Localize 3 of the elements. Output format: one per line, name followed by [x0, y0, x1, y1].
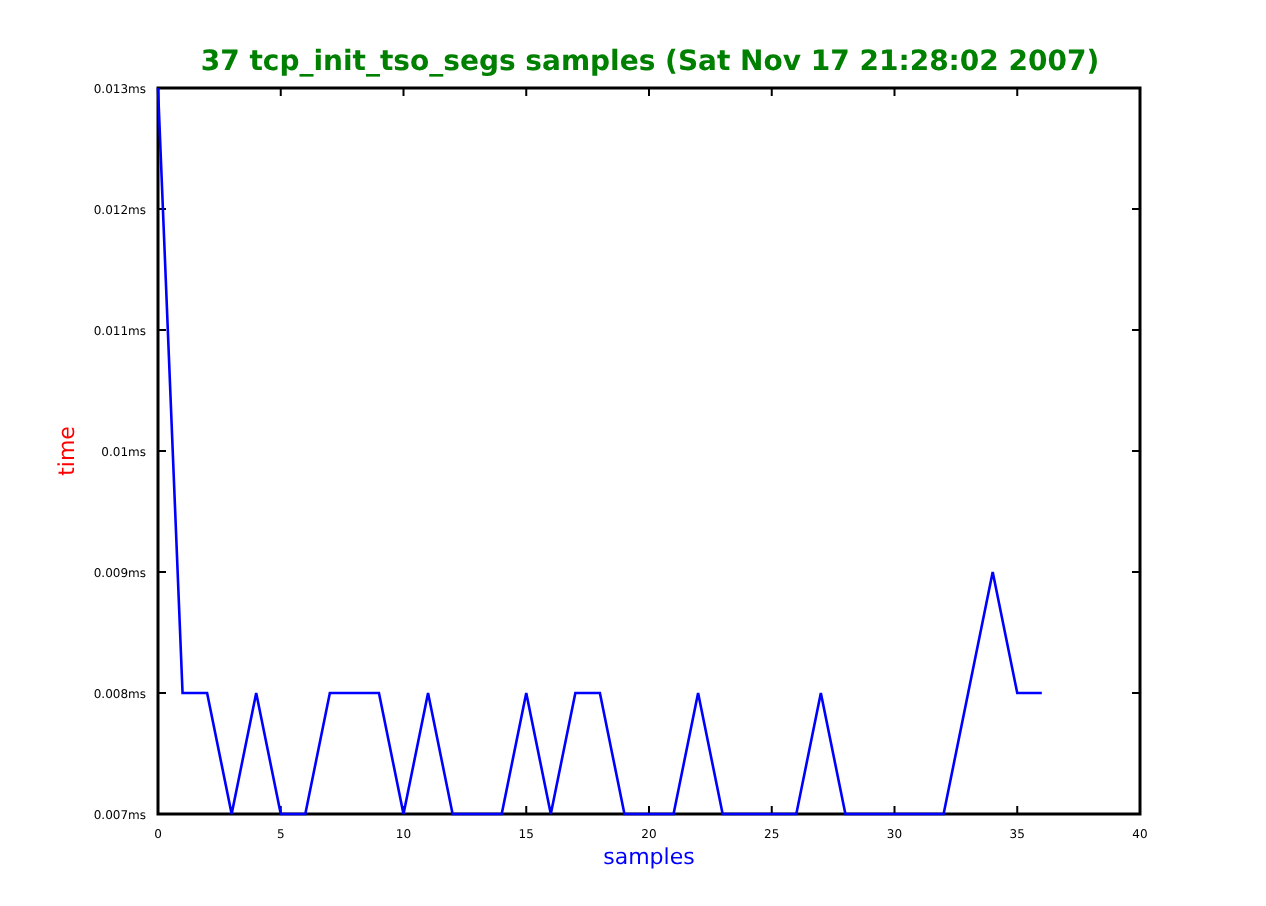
- chart-title: 37 tcp_init_tso_segs samples (Sat Nov 17 21:28:02 2007): [200, 46, 1100, 78]
- axis-label: samples: [603, 844, 695, 870]
- axis-label: time: [54, 426, 80, 476]
